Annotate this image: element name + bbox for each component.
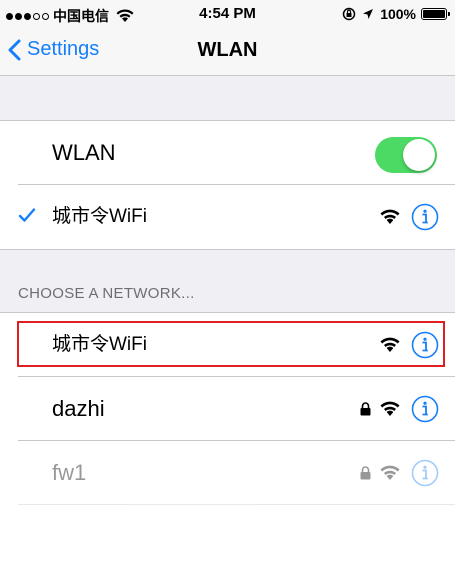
orientation-lock-icon xyxy=(342,7,356,21)
lock-icon xyxy=(360,402,371,416)
navigation-bar: Settings WLAN xyxy=(0,28,455,76)
network-row[interactable]: 城市令WiFi xyxy=(0,313,455,377)
page-title: WLAN xyxy=(197,39,258,61)
wifi-icon xyxy=(380,209,400,224)
checkmark-icon xyxy=(18,208,36,222)
network-row[interactable]: fw1 xyxy=(0,441,455,505)
info-icon[interactable] xyxy=(411,395,439,423)
wlan-toggle-row: WLAN xyxy=(0,121,455,185)
status-bar: 中国电信 4:54 PM 100% xyxy=(0,0,455,28)
info-icon[interactable] xyxy=(411,459,439,487)
battery-percent: 100% xyxy=(380,6,416,22)
wlan-toggle[interactable] xyxy=(375,137,437,173)
section-header: CHOOSE A NETWORK... xyxy=(18,285,195,302)
wifi-icon xyxy=(380,337,400,352)
network-name: fw1 xyxy=(52,460,87,485)
connected-network-row[interactable]: 城市令WiFi xyxy=(0,185,455,249)
wlan-settings-group: WLAN 城市令WiFi xyxy=(0,120,455,250)
info-icon[interactable] xyxy=(411,203,439,231)
wifi-icon xyxy=(380,401,400,416)
wlan-label: WLAN xyxy=(52,140,116,165)
wifi-icon xyxy=(380,465,400,480)
location-icon xyxy=(363,9,374,19)
battery-icon xyxy=(421,8,450,20)
network-name: dazhi xyxy=(52,396,105,421)
connected-network-name: 城市令WiFi xyxy=(52,206,147,227)
network-row[interactable]: dazhi xyxy=(0,377,455,441)
scroll-fade xyxy=(0,505,455,563)
network-name: 城市令WiFi xyxy=(52,334,147,355)
lock-icon xyxy=(360,466,371,480)
info-icon[interactable] xyxy=(411,331,439,359)
